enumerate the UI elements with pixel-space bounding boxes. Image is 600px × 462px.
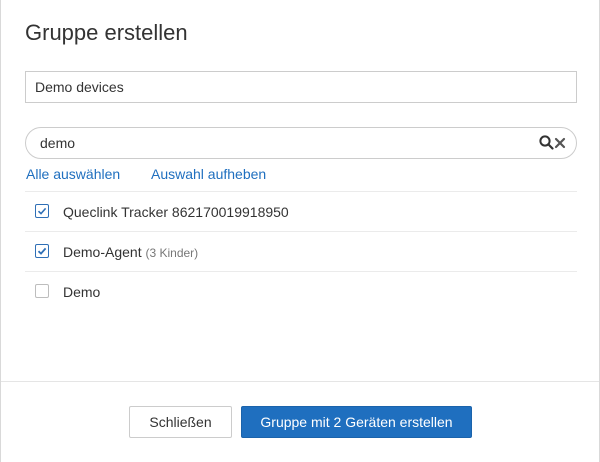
create-group-button[interactable]: Gruppe mit 2 Geräten erstellen: [241, 406, 472, 438]
checkmark-icon: [37, 207, 47, 215]
select-all-link[interactable]: Alle auswählen: [26, 166, 120, 182]
list-item[interactable]: Demo: [25, 271, 577, 311]
device-list: Queclink Tracker 862170019918950 Demo-Ag…: [25, 191, 577, 311]
item-checkbox[interactable]: [35, 284, 49, 298]
deselect-link[interactable]: Auswahl aufheben: [151, 166, 266, 182]
dialog-title: Gruppe erstellen: [25, 20, 188, 45]
list-item[interactable]: Demo-Agent (3 Kinder): [25, 231, 577, 271]
device-search-box: [25, 127, 577, 159]
item-name: Demo-Agent: [63, 244, 142, 260]
group-name-input[interactable]: [25, 71, 577, 103]
item-label: Demo: [63, 284, 100, 300]
close-button[interactable]: Schließen: [129, 406, 232, 438]
clear-icon[interactable]: [554, 136, 566, 150]
item-label: Demo-Agent (3 Kinder): [63, 244, 198, 260]
item-name: Queclink Tracker 862170019918950: [63, 204, 289, 220]
search-icon[interactable]: [539, 135, 554, 150]
device-search-input[interactable]: [40, 128, 520, 158]
item-checkbox[interactable]: [35, 204, 49, 218]
checkmark-icon: [37, 247, 47, 255]
dialog-footer: Schließen Gruppe mit 2 Geräten erstellen: [1, 381, 599, 462]
list-item[interactable]: Queclink Tracker 862170019918950: [25, 191, 577, 231]
item-children-count: (3 Kinder): [145, 246, 199, 260]
item-name: Demo: [63, 284, 101, 300]
item-checkbox[interactable]: [35, 244, 49, 258]
item-label: Queclink Tracker 862170019918950: [63, 204, 289, 220]
create-group-dialog: Gruppe erstellen Alle auswählen Auswahl …: [0, 0, 600, 462]
